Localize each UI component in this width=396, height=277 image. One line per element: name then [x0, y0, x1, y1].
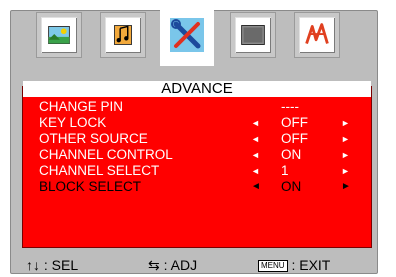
right-arrow-icon[interactable]: ► — [341, 147, 350, 163]
left-arrow-icon[interactable]: ◄ — [251, 179, 261, 195]
left-arrow-icon[interactable]: ◄ — [251, 163, 260, 179]
right-arrow-icon[interactable]: ► — [341, 115, 350, 131]
row-label: CHANGE PIN — [39, 99, 124, 114]
tools-icon — [166, 12, 208, 58]
row-label: BLOCK SELECT — [39, 179, 142, 194]
tile-audio[interactable] — [100, 12, 146, 58]
tile-antenna[interactable] — [294, 12, 340, 58]
antenna-icon — [299, 17, 335, 53]
row-label: OTHER SOURCE — [39, 131, 148, 146]
row-block-select[interactable]: BLOCK SELECT ◄ ON ► — [23, 179, 371, 195]
right-arrow-icon[interactable]: ► — [341, 131, 350, 147]
row-value: ---- — [281, 99, 299, 114]
advance-panel: ADVANCE CHANGE PIN ---- KEY LOCK ◄ OFF ►… — [22, 81, 372, 248]
left-arrow-icon[interactable]: ◄ — [251, 131, 260, 147]
row-key-lock[interactable]: KEY LOCK ◄ OFF ► — [23, 115, 371, 131]
up-down-arrows-icon: ↑↓ — [26, 257, 40, 273]
help-footer: ↑↓ : SEL ⇆ : ADJ MENU : EXIT — [20, 257, 380, 275]
tile-picture[interactable] — [36, 12, 82, 58]
exit-help-label: : EXIT — [291, 257, 331, 273]
toolbar — [16, 4, 382, 82]
left-arrow-icon[interactable]: ◄ — [251, 147, 260, 163]
row-value: 1 — [281, 163, 289, 178]
menu-icon — [235, 17, 271, 53]
row-channel-select[interactable]: CHANNEL SELECT ◄ 1 ► — [23, 163, 371, 179]
row-channel-control[interactable]: CHANNEL CONTROL ◄ ON ► — [23, 147, 371, 163]
row-value: ON — [281, 147, 302, 162]
adjust-help-label: : ADJ — [163, 257, 198, 273]
left-arrow-icon[interactable]: ◄ — [251, 115, 260, 131]
panel-title: ADVANCE — [23, 81, 371, 97]
row-label: CHANNEL SELECT — [39, 163, 160, 178]
row-value: ON — [281, 179, 302, 194]
adjust-help: ⇆ : ADJ — [148, 257, 197, 274]
picture-icon — [41, 17, 77, 53]
row-label: KEY LOCK — [39, 115, 107, 130]
settings-list: CHANGE PIN ---- KEY LOCK ◄ OFF ► OTHER S… — [23, 99, 371, 195]
left-right-arrows-icon: ⇆ — [148, 257, 160, 273]
row-change-pin[interactable]: CHANGE PIN ---- — [23, 99, 371, 115]
row-label: CHANNEL CONTROL — [39, 147, 173, 162]
exit-help: MENU : EXIT — [258, 257, 330, 273]
tile-menu[interactable] — [230, 12, 276, 58]
row-value: OFF — [281, 115, 308, 130]
audio-icon — [105, 17, 141, 53]
row-other-source[interactable]: OTHER SOURCE ◄ OFF ► — [23, 131, 371, 147]
right-arrow-icon[interactable]: ► — [341, 163, 350, 179]
tile-tools[interactable] — [160, 4, 214, 66]
select-help: ↑↓ : SEL — [26, 257, 78, 273]
row-value: OFF — [281, 131, 308, 146]
select-help-label: : SEL — [43, 257, 79, 273]
right-arrow-icon[interactable]: ► — [341, 179, 351, 195]
menu-key-icon: MENU — [258, 260, 288, 273]
